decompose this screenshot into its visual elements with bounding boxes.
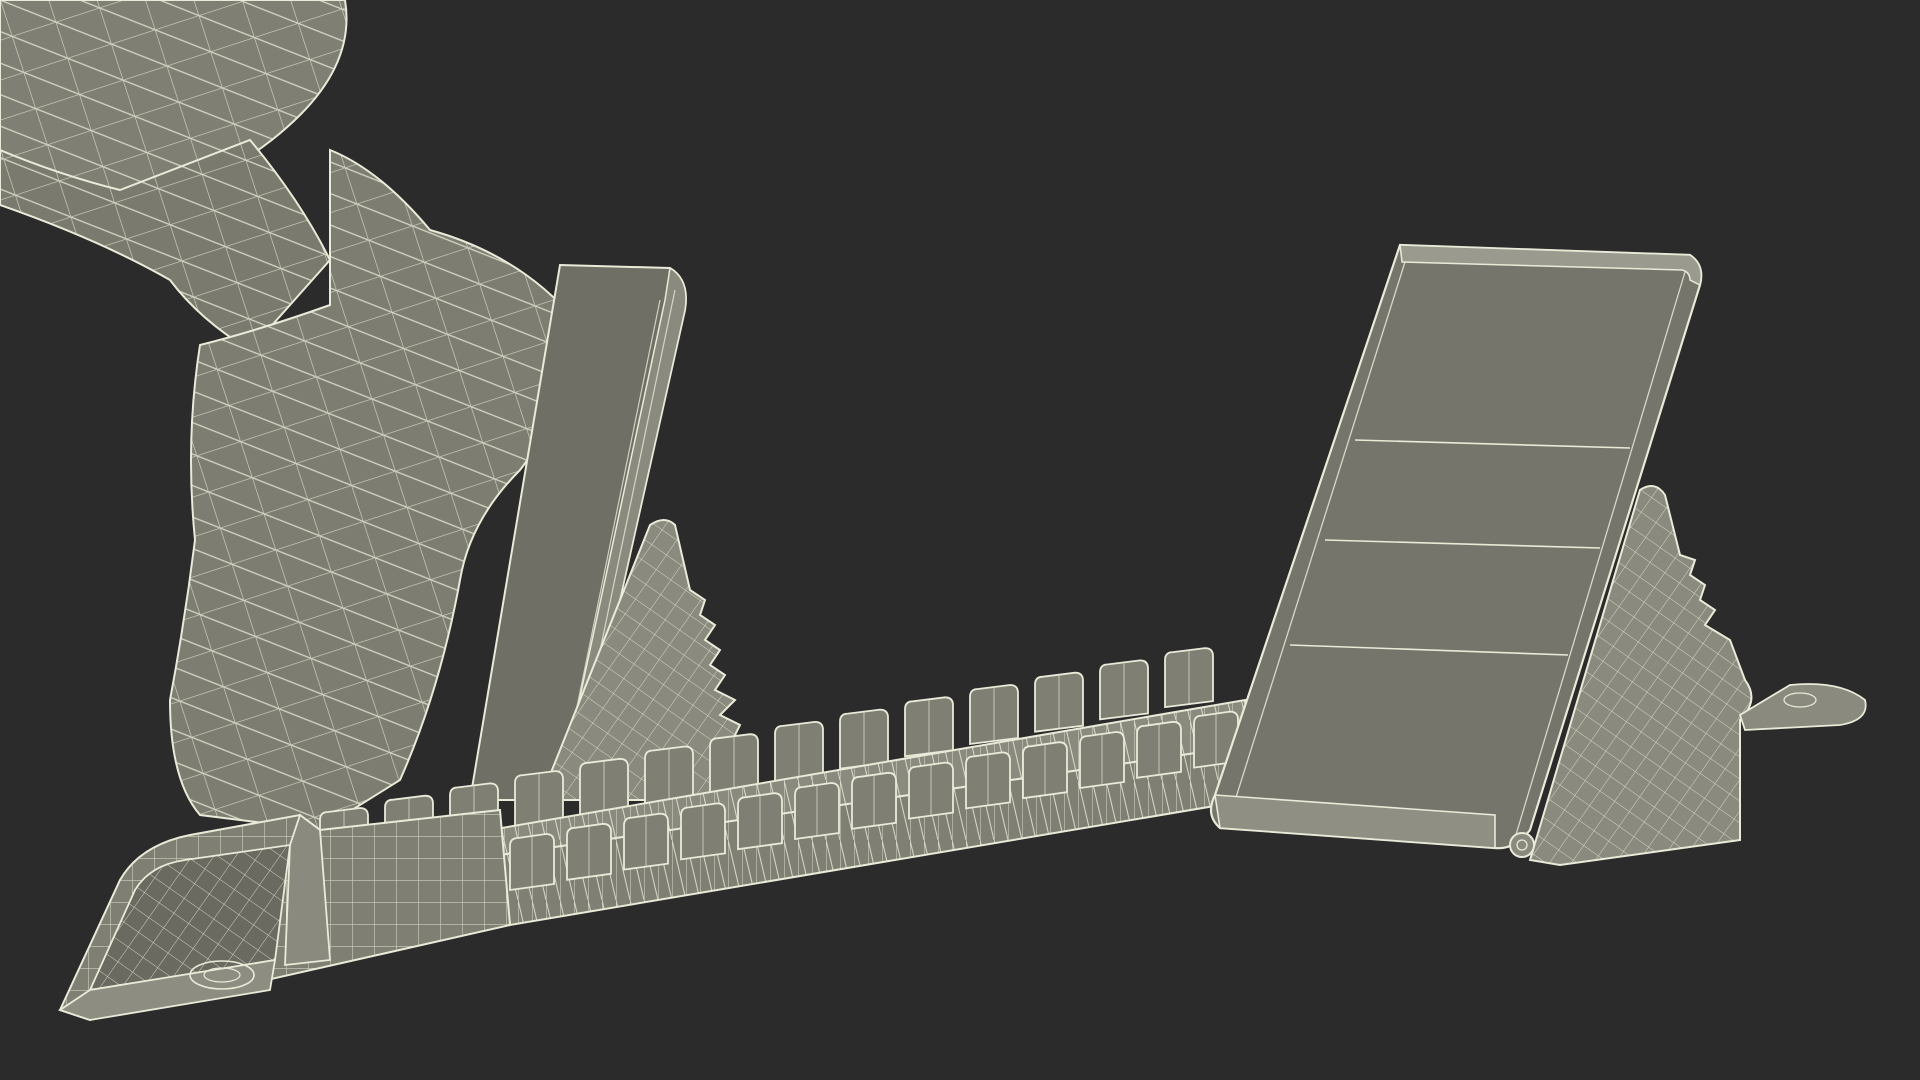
wireframe-scene <box>0 0 1867 1022</box>
hinge-pin <box>1509 832 1535 858</box>
rail-end-cap <box>57 808 512 1022</box>
render-viewport <box>0 0 1920 1080</box>
right-footplate <box>1209 243 1867 867</box>
